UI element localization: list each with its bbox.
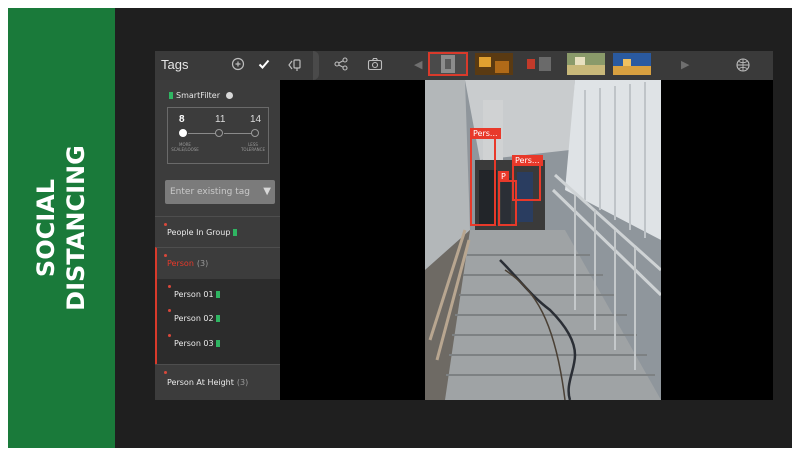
slider-track [224, 133, 252, 134]
tag-dot [164, 371, 167, 374]
tags-sidebar: SmartFilter 8 11 14 MORE SCALE/LOOSE LES… [155, 80, 280, 400]
tag-dot [168, 285, 171, 288]
camera-icon[interactable] [367, 57, 383, 73]
slider-value-mid: 11 [215, 114, 226, 125]
slider-caption-right: LESS TOLERANCE [240, 142, 265, 152]
tag-color-marker [215, 291, 220, 298]
video-frame: SOCIAL DISTANCING Tags ◀ ▶ SmartFilter 8… [8, 8, 792, 448]
slider-stop[interactable] [215, 129, 223, 137]
thumbnails-next-button[interactable]: ▶ [681, 58, 689, 72]
staircase-photo [425, 80, 661, 400]
detection-label: Pers... [512, 155, 543, 166]
detection-box[interactable]: Pers... [470, 128, 501, 226]
share-icon[interactable] [333, 57, 349, 73]
tag-dot [168, 334, 171, 337]
child-tag-person-03[interactable]: Person 03 [174, 338, 223, 350]
tag-group-children: Person 01 Person 02 Person 03 [155, 279, 280, 364]
globe-icon[interactable] [735, 57, 751, 77]
slider-track [188, 133, 216, 134]
detection-box[interactable]: P [498, 171, 517, 226]
slider-handle[interactable] [179, 129, 187, 137]
thumbnail-3[interactable] [521, 53, 559, 75]
slider-caption-left: MORE SCALE/LOOSE [171, 142, 199, 152]
tag-row-people-in-group[interactable]: People In Group [155, 216, 280, 247]
tagging-app-window: Tags ◀ ▶ SmartFilter 8 11 14 MORE SCALE/… [155, 51, 773, 400]
smartfilter-label: SmartFilter [176, 91, 221, 100]
tag-search-dropdown[interactable]: ▼ [165, 180, 275, 204]
slider-value-high: 14 [250, 114, 262, 125]
tag-label: Person (3) [167, 259, 209, 268]
tag-row-person-at-height[interactable]: Person At Height (3) [155, 364, 280, 400]
child-tag-person-01[interactable]: Person 01 [174, 289, 223, 301]
slider-value-low: 8 [179, 114, 185, 125]
banner-title: SOCIAL DISTANCING [32, 145, 90, 311]
slider-stop[interactable] [251, 129, 259, 137]
thumbnail-1[interactable] [428, 52, 468, 76]
chevron-down-icon[interactable]: ▼ [263, 185, 271, 199]
tag-back-icon[interactable] [287, 57, 303, 73]
detection-label: P [498, 171, 509, 182]
tag-color-marker [215, 340, 220, 347]
tag-label: People In Group [167, 227, 240, 239]
child-tag-person-02[interactable]: Person 02 [174, 313, 223, 325]
toolbar-divider [313, 51, 319, 80]
info-icon[interactable] [225, 92, 233, 99]
category-banner: SOCIAL DISTANCING [8, 8, 115, 448]
checkmark-icon[interactable] [256, 57, 272, 73]
tag-color-marker [215, 315, 220, 322]
thumbnail-4[interactable] [567, 53, 605, 75]
tag-dot [168, 309, 171, 312]
thumbnail-2[interactable] [475, 53, 513, 75]
tag-row-person[interactable]: Person (3) [155, 247, 280, 279]
tag-search-input[interactable] [165, 180, 265, 204]
tag-color-marker [233, 229, 238, 236]
smartfilter-slider[interactable]: 8 11 14 MORE SCALE/LOOSE LESS TOLERANCE [167, 107, 269, 164]
image-viewer[interactable]: Pers... Pers... P [425, 80, 661, 400]
thumbnails-prev-button[interactable]: ◀ [414, 58, 422, 72]
tag-label: Person At Height (3) [167, 378, 249, 387]
toolbar: Tags ◀ ▶ [155, 51, 773, 80]
tag-color-marker [169, 92, 173, 99]
tag-dot [164, 223, 167, 226]
thumbnail-5[interactable] [613, 53, 651, 75]
panel-title: Tags [161, 57, 189, 72]
smartfilter-heading: SmartFilter [169, 90, 233, 102]
detection-label: Pers... [470, 128, 501, 139]
add-circle-icon[interactable] [230, 57, 246, 73]
tag-dot [164, 254, 167, 257]
